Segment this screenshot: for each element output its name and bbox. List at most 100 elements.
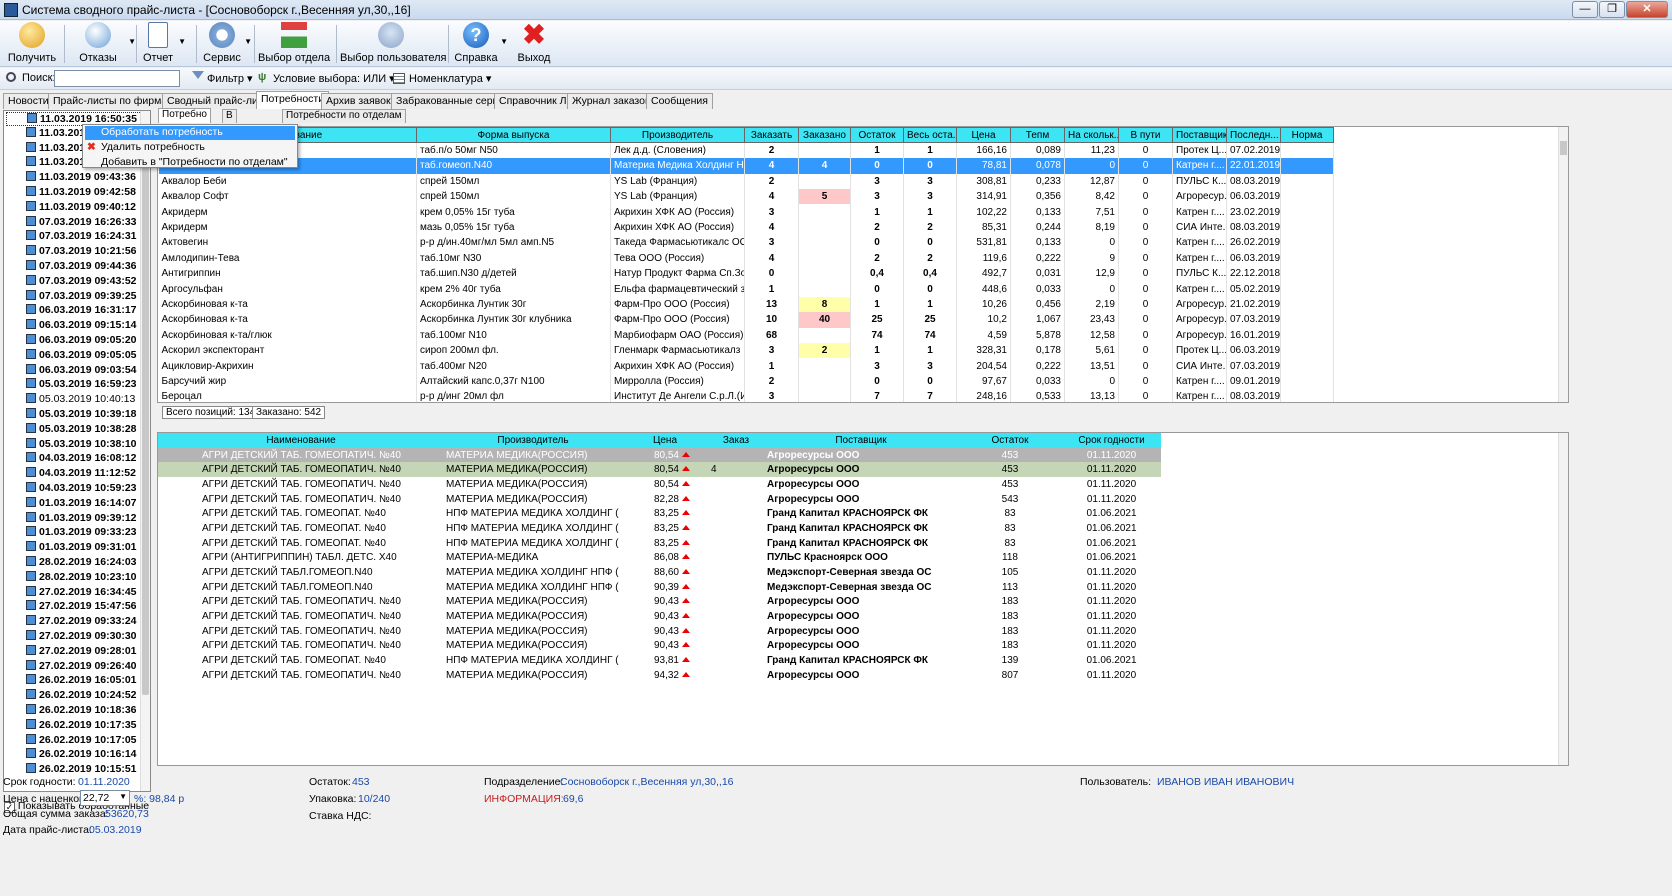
- column-header[interactable]: Весь оста...: [903, 127, 957, 144]
- table-row[interactable]: Амлодипин-Тева таб.10мг N30 Тева ООО (Росс…: [158, 250, 1334, 267]
- service-button[interactable]: Сервис ▼: [202, 22, 252, 66]
- table-row[interactable]: Аскорил экспекторант сироп 200мл фл. Гленм…: [158, 342, 1334, 359]
- table-row[interactable]: Аскорбиновая к-та Аскорбинка Лунтик 30г Фа…: [158, 296, 1334, 313]
- table-row[interactable]: АГРИ ДЕТСКИЙ ТАБ. ГОМЕОПАТ. №40 НПФ МАТЕР…: [158, 506, 1161, 521]
- column-header[interactable]: Последн...: [1226, 127, 1281, 144]
- subtab-dept-needs[interactable]: Потребности по отделам: [282, 109, 406, 123]
- table-row[interactable]: Аквалор Беби спрей 150мл YS Lab (Франция) 2…: [158, 173, 1334, 190]
- tab-price-lists-by-firm[interactable]: Прайс-листы по фирмам: [48, 93, 180, 109]
- table-row[interactable]: Ацикловир-Акрихин таб.400мг N20 Акрихин ХФ…: [158, 358, 1334, 374]
- tab-rejected-series[interactable]: Забракованные серии: [391, 93, 510, 109]
- date-list-item[interactable]: 07.03.2019 16:24:31: [6, 230, 142, 244]
- select-department-button[interactable]: Выбор отдела: [258, 22, 330, 66]
- column-header[interactable]: Заказ: [708, 433, 764, 448]
- tab-messages[interactable]: Сообщения: [646, 93, 713, 109]
- scroll-thumb[interactable]: [1560, 141, 1567, 155]
- column-header[interactable]: Остаток: [958, 433, 1062, 448]
- table-row[interactable]: АГРИ ДЕТСКИЙ ТАБ. ГОМЕОПАТ. №40 НПФ МАТЕР…: [158, 653, 1161, 668]
- dropdown-arrow-icon[interactable]: ▼: [178, 37, 186, 46]
- exit-button[interactable]: ✖ Выход: [516, 21, 552, 66]
- date-list-item[interactable]: 04.03.2019 11:12:52: [6, 467, 142, 481]
- markup-select[interactable]: 22,72 ▼: [80, 790, 130, 806]
- table-row[interactable]: АГРИ ДЕТСКИЙ ТАБЛ.ГОМЕОП.N40 МАТЕРИА МЕДИ…: [158, 580, 1161, 595]
- table-row[interactable]: АГРИ ДЕТСКИЙ ТАБ. ГОМЕОПАТИЧ. №40 МАТЕРИА…: [158, 462, 1161, 478]
- filter-dropdown[interactable]: Фильтр ▾: [207, 72, 253, 85]
- table-row[interactable]: Бероцал р-р д/инг 20мл фл Институт Де Анге…: [158, 389, 1334, 402]
- table-row[interactable]: таб.гомеоп.N40Материа Медика Холдинг НП.…: [158, 158, 1334, 174]
- table-row[interactable]: таб.п/о 50мг N50 Лек д.д. (Словения) 2 1 1 16…: [158, 142, 1334, 159]
- date-list-item[interactable]: 11.03.2019 09:40:12: [6, 200, 142, 215]
- date-list-item[interactable]: 01.03.2019 09:39:12: [6, 511, 142, 526]
- date-list-item[interactable]: 11.03.2019 09:43:36: [6, 171, 142, 185]
- date-list-item[interactable]: 04.03.2019 16:08:12: [6, 452, 142, 466]
- column-header[interactable]: Срок годности: [1062, 433, 1161, 448]
- close-button[interactable]: ✕: [1626, 1, 1668, 18]
- dropdown-arrow-icon[interactable]: ▼: [128, 37, 136, 46]
- nomenclature-dropdown[interactable]: Номенклатура ▾: [409, 72, 491, 85]
- date-list-item[interactable]: 06.03.2019 09:05:05: [6, 348, 142, 363]
- restore-button[interactable]: ❐: [1599, 1, 1625, 18]
- date-list-item[interactable]: 05.03.2019 10:38:10: [6, 437, 142, 452]
- table-row[interactable]: Антигриппин таб.шип.N30 д/детей Натур Прод…: [158, 266, 1334, 282]
- date-list-item[interactable]: 01.03.2019 09:33:23: [6, 526, 142, 540]
- date-list-item[interactable]: 05.03.2019 10:39:18: [6, 408, 142, 422]
- date-list-item[interactable]: 06.03.2019 09:15:14: [6, 319, 142, 333]
- help-button[interactable]: ? Справка ▼: [454, 22, 508, 66]
- grid-scrollbar[interactable]: [1558, 127, 1568, 402]
- table-row[interactable]: Аскорбиновая к-та Аскорбинка Лунтик 30г к…: [158, 312, 1334, 328]
- table-row[interactable]: АГРИ ДЕТСКИЙ ТАБ. ГОМЕОПАТИЧ. №40 МАТЕРИА…: [158, 668, 1161, 683]
- search-input[interactable]: [54, 70, 180, 87]
- table-row[interactable]: АГРИ ДЕТСКИЙ ТАБ. ГОМЕОПАТИЧ. №40 МАТЕРИА…: [158, 609, 1161, 624]
- table-row[interactable]: Аскорбиновая к-та/глюк таб.100мг N10 Марби…: [158, 327, 1334, 343]
- date-list-item[interactable]: 27.02.2019 09:33:24: [6, 615, 142, 629]
- table-row[interactable]: Барсучий жир Алтайский капс.0,37г N100 Мир…: [158, 373, 1334, 390]
- tab-needs[interactable]: Потребности: [256, 91, 330, 109]
- date-list-item[interactable]: 07.03.2019 10:21:56: [6, 245, 142, 259]
- add-to-dept-needs-menu-item[interactable]: Добавить в "Потребности по отделам": [85, 156, 295, 170]
- date-list-item[interactable]: 28.02.2019 10:23:10: [6, 570, 142, 585]
- receive-button[interactable]: Получить: [6, 22, 58, 66]
- table-row[interactable]: АГРИ ДЕТСКИЙ ТАБ. ГОМЕОПАТИЧ. №40 МАТЕРИА…: [158, 595, 1161, 610]
- date-list-item[interactable]: 27.02.2019 09:28:01: [6, 644, 142, 659]
- column-header[interactable]: Остаток: [850, 127, 904, 144]
- process-need-menu-item[interactable]: Обработать потребность: [85, 126, 295, 140]
- column-header[interactable]: Цена: [622, 433, 708, 448]
- date-list-item[interactable]: 06.03.2019 16:31:17: [6, 304, 142, 318]
- date-list-item[interactable]: 28.02.2019 16:24:03: [6, 556, 142, 570]
- column-header[interactable]: Производитель: [610, 127, 745, 144]
- condition-dropdown[interactable]: Условие выбора: ИЛИ ▾: [273, 72, 395, 85]
- date-list-item[interactable]: 07.03.2019 09:43:52: [6, 274, 142, 289]
- report-button[interactable]: Отчет ▼: [140, 22, 186, 66]
- date-list-item[interactable]: 27.02.2019 15:47:56: [6, 600, 142, 614]
- date-list-item[interactable]: 26.02.2019 10:17:35: [6, 718, 142, 733]
- table-row[interactable]: АГРИ ДЕТСКИЙ ТАБ. ГОМЕОПАТИЧ. №40 МАТЕРИА…: [158, 477, 1161, 492]
- date-list-item[interactable]: 27.02.2019 09:26:40: [6, 659, 142, 674]
- column-header[interactable]: Поставщик: [1172, 127, 1227, 144]
- grid-scrollbar[interactable]: [1558, 433, 1568, 765]
- date-list-item[interactable]: 07.03.2019 16:26:33: [6, 215, 142, 230]
- date-list-item[interactable]: 07.03.2019 09:44:36: [6, 260, 142, 274]
- date-list-item[interactable]: 04.03.2019 10:59:23: [6, 482, 142, 496]
- list-scrollbar[interactable]: [140, 111, 150, 791]
- date-list-item[interactable]: 26.02.2019 16:05:01: [6, 674, 142, 688]
- table-row[interactable]: АГРИ ДЕТСКИЙ ТАБ. ГОМЕОПАТ. №40 НПФ МАТЕР…: [158, 521, 1161, 536]
- table-row[interactable]: АГРИ ДЕТСКИЙ ТАБ. ГОМЕОПАТИЧ. №40 МАТЕРИА…: [158, 639, 1161, 654]
- table-row[interactable]: Акридерм крем 0,05% 15г туба Акрихин ХФК А…: [158, 204, 1334, 220]
- column-header[interactable]: Заказано: [798, 127, 851, 144]
- date-list-item[interactable]: 05.03.2019 16:59:23: [6, 378, 142, 392]
- date-list-item[interactable]: 05.03.2019 10:40:13: [6, 393, 142, 407]
- tab-order-archive[interactable]: Архив заявок: [321, 93, 396, 109]
- scroll-thumb[interactable]: [142, 125, 149, 695]
- select-user-button[interactable]: Выбор пользователя: [340, 22, 447, 66]
- dropdown-arrow-icon[interactable]: ▼: [500, 37, 508, 46]
- date-list-item[interactable]: 26.02.2019 10:16:14: [6, 748, 142, 762]
- column-header[interactable]: Поставщик: [764, 433, 958, 448]
- tab-news[interactable]: Новости: [3, 93, 54, 109]
- date-list-item[interactable]: 26.02.2019 10:24:52: [6, 689, 142, 703]
- date-list-item[interactable]: 06.03.2019 09:03:54: [6, 363, 142, 378]
- column-header[interactable]: Наименование: [158, 433, 444, 448]
- table-row[interactable]: АГРИ ДЕТСКИЙ ТАБ. ГОМЕОПАТ. №40 НПФ МАТЕР…: [158, 536, 1161, 551]
- dropdown-arrow-icon[interactable]: ▼: [244, 37, 252, 46]
- date-list-item[interactable]: 26.02.2019 10:17:05: [6, 733, 142, 748]
- column-header[interactable]: В пути: [1118, 127, 1173, 144]
